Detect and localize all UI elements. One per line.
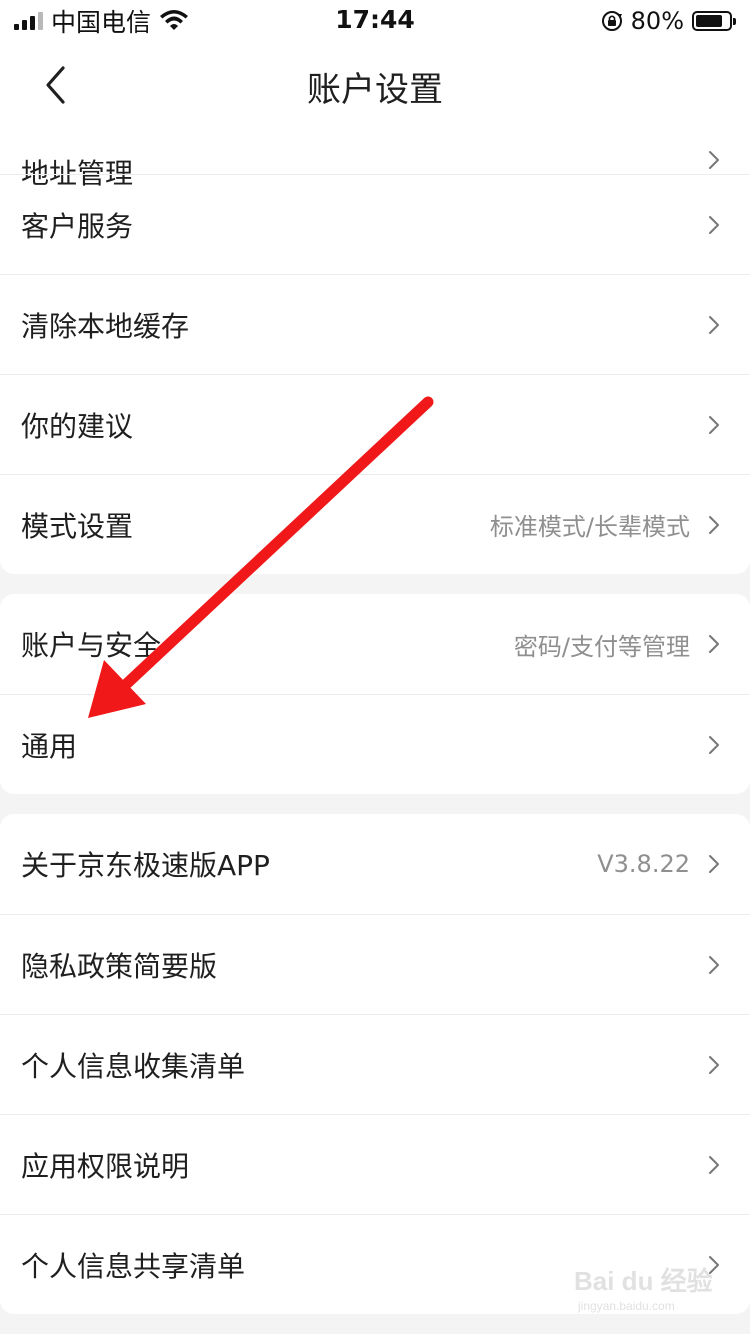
settings-row-label: 客户服务: [21, 209, 134, 243]
settings-row[interactable]: 应用权限说明: [0, 1114, 750, 1214]
nav-bar: 账户设置: [0, 44, 750, 124]
chevron-right-icon: [709, 215, 719, 234]
chevron-right-icon: [709, 315, 719, 334]
chevron-right-icon: [709, 855, 719, 873]
settings-row[interactable]: 客户服务: [0, 174, 750, 274]
settings-row-label: 你的建议: [21, 409, 134, 443]
chevron-right-icon: [709, 415, 719, 434]
settings-row-label: 关于京东极速版APP: [21, 849, 270, 882]
settings-row[interactable]: 账户与安全 密码/支付等管理: [0, 594, 750, 694]
chevron-right-icon: [709, 635, 719, 653]
settings-row-label: 账户与安全: [21, 629, 162, 662]
settings-row[interactable]: 隐私政策简要版: [0, 914, 750, 1014]
chevron-right-icon: [709, 1055, 719, 1074]
group-gap: [0, 794, 750, 814]
battery-percent: 80%: [630, 7, 684, 35]
settings-row[interactable]: 通用: [0, 694, 750, 794]
settings-row-value: 标准模式/长辈模式: [489, 513, 690, 541]
settings-list: 地址管理客户服务清除本地缓存 你的建议模式设置 标准模式/长辈模式账户与安全 密码/支…: [0, 124, 750, 1314]
settings-row-label: 隐私政策简要版: [21, 949, 218, 983]
settings-row-label: 模式设置: [21, 509, 134, 543]
battery-icon: [692, 11, 736, 31]
baidu-watermark: Bai du 经验 jingyan.baidu.com: [574, 1266, 712, 1313]
chevron-right-icon: [709, 151, 719, 169]
watermark-url: jingyan.baidu.com: [577, 1299, 675, 1313]
settings-row[interactable]: 模式设置 标准模式/长辈模式: [0, 474, 750, 574]
chevron-right-icon: [709, 735, 719, 754]
settings-group: 账户与安全 密码/支付等管理通用: [0, 594, 750, 794]
settings-row[interactable]: 你的建议: [0, 374, 750, 474]
chevron-right-icon: [709, 1155, 719, 1174]
settings-group: 地址管理客户服务清除本地缓存 你的建议模式设置 标准模式/长辈模式: [0, 124, 750, 574]
settings-row-value: V3.8.22: [597, 850, 690, 878]
settings-row-label: 个人信息收集清单: [21, 1049, 246, 1083]
chevron-right-icon: [709, 955, 719, 974]
status-bar: 中国电信 17:44 80%: [0, 0, 750, 44]
settings-row-label: 应用权限说明: [21, 1149, 190, 1183]
watermark-logo-text: Bai du 经验: [574, 1266, 712, 1296]
settings-row-label: 通用: [21, 729, 78, 763]
settings-row[interactable]: 地址管理: [0, 124, 750, 190]
page-title: 账户设置: [307, 70, 443, 110]
chevron-right-icon: [709, 515, 719, 534]
status-right: 80%: [601, 7, 736, 35]
settings-row[interactable]: 关于京东极速版APP V3.8.22: [0, 814, 750, 914]
settings-row-value: 密码/支付等管理: [513, 632, 690, 661]
group-gap: [0, 574, 750, 594]
settings-row[interactable]: 个人信息收集清单: [0, 1014, 750, 1114]
settings-group: 关于京东极速版APP V3.8.22 隐私政策简要版 个人信息收集清单 应用权限说明 个人…: [0, 814, 750, 1314]
settings-row-label: 清除本地缓存: [21, 309, 190, 343]
battery-fill: [696, 15, 722, 27]
settings-row[interactable]: 清除本地缓存: [0, 274, 750, 374]
rotation-lock-icon: [601, 11, 622, 31]
